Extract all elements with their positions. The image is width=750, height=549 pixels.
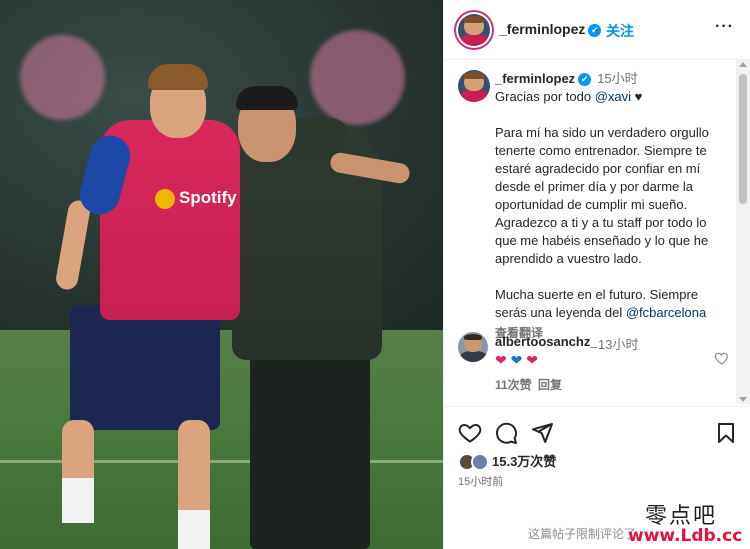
more-options-icon[interactable]: ··· <box>715 18 734 36</box>
blue-heart-emoji: ❤ <box>510 352 523 368</box>
avatar-shirt <box>459 33 489 46</box>
post-timestamp[interactable]: 15小时前 <box>458 473 503 489</box>
author-username-row[interactable]: _ferminlopez ✔ <box>499 21 602 37</box>
follow-button[interactable]: 关注 <box>606 21 634 41</box>
comment-time: 13小时 <box>598 337 639 352</box>
like-heart-outline-icon[interactable] <box>458 421 482 445</box>
caption-line1: Gracias por todo @xavi ♥ <box>495 88 730 106</box>
caption-username[interactable]: _ferminlopez <box>495 71 575 86</box>
caption-avatar[interactable] <box>458 70 490 102</box>
author-username[interactable]: _ferminlopez <box>499 21 585 37</box>
player-sock <box>178 510 210 549</box>
caption-paragraph: Para mí ha sido un verdadero orgullo ten… <box>495 125 709 266</box>
comment-bubble-icon[interactable] <box>494 421 518 445</box>
author-avatar[interactable] <box>458 14 490 46</box>
avatar-hair <box>464 71 484 79</box>
likes-count[interactable]: 15.3万次赞 <box>492 453 556 471</box>
heart-emoji: ♥ <box>634 89 643 104</box>
player-hair <box>148 64 208 90</box>
reply-button[interactable]: 回复 <box>538 376 562 393</box>
comment-item: albertoosanchz_ 13小时 ❤ ❤ ❤ 11次赞 回复 <box>458 330 730 400</box>
post-photo[interactable]: Spotify <box>0 0 443 549</box>
liker-avatar <box>471 453 489 471</box>
sponsor-text: Spotify <box>179 188 237 207</box>
scrollbar-thumb[interactable] <box>739 74 747 204</box>
avatar-hair <box>464 333 482 341</box>
caption-paragraph-final: Mucha suerte en el futuro. Siempre serás… <box>495 286 730 322</box>
bookmark-save-icon[interactable] <box>714 421 738 445</box>
red-heart-emoji: ❤ <box>526 352 538 368</box>
site-watermark: 零点吧 www.Ldb.cc <box>600 494 750 549</box>
comment-heart-outline-icon[interactable] <box>714 350 730 366</box>
spotify-icon <box>155 188 175 209</box>
commenter-username[interactable]: albertoosanchz_ <box>495 334 598 349</box>
post-side-panel: _ferminlopez ✔ · 关注 ··· _ferminlopez ✔ 15小时… <box>443 0 750 549</box>
player-sock <box>62 478 94 523</box>
scroll-up-arrow-icon[interactable] <box>739 62 747 67</box>
comment-text: ❤ ❤ ❤ <box>495 352 538 369</box>
avatar-shirt <box>459 350 487 362</box>
avatar-hair <box>464 15 484 23</box>
scroll-down-arrow-icon[interactable] <box>739 397 747 402</box>
player-shorts <box>70 305 220 430</box>
caption-time: 15小时 <box>597 71 638 86</box>
caption-line1-text: Gracias por todo <box>495 89 595 104</box>
comments-scrollbar[interactable] <box>736 60 750 405</box>
comment-likes-count[interactable]: 11次赞 <box>495 376 532 393</box>
shirt-sponsor-logo: Spotify <box>155 188 237 209</box>
post-header: _ferminlopez ✔ · 关注 ··· <box>444 0 750 60</box>
caption-body: _ferminlopez ✔ 15小时 Gracias por todo @xavi… <box>495 70 730 342</box>
coach-pants <box>250 355 370 549</box>
paper-plane-share-icon[interactable] <box>530 421 554 445</box>
background-logo-blob <box>20 35 105 120</box>
verified-badge-icon: ✔ <box>578 73 592 87</box>
background-logo-blob <box>310 30 405 125</box>
comments-section[interactable]: _ferminlopez ✔ 15小时 Gracias por todo @xavi… <box>444 60 736 405</box>
separator-dot: · <box>594 21 599 37</box>
watermark-url: www.Ldb.cc <box>628 526 743 546</box>
red-heart-emoji: ❤ <box>495 352 507 368</box>
mention-link[interactable]: @xavi <box>595 89 631 104</box>
coach-hair <box>236 86 298 110</box>
mention-link[interactable]: @fcbarcelona <box>626 305 706 320</box>
avatar-shirt <box>459 89 489 102</box>
caption-header: _ferminlopez ✔ 15小时 <box>495 70 730 88</box>
commenter-avatar[interactable] <box>458 332 488 362</box>
